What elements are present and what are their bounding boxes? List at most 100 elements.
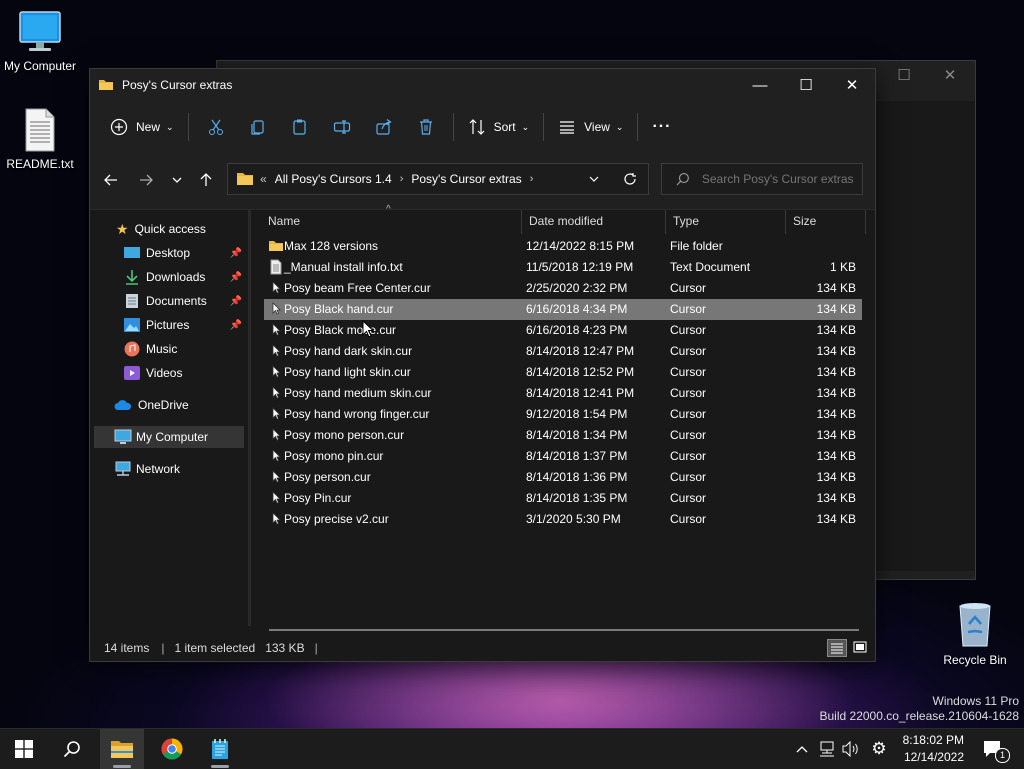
table-row[interactable]: Posy hand wrong finger.cur 9/12/2018 1:54… bbox=[264, 404, 862, 425]
breadcrumb-item[interactable]: All Posy's Cursors 1.4 bbox=[275, 172, 392, 186]
sidebar-item-onedrive[interactable]: OneDrive bbox=[94, 394, 244, 416]
desktop-icon bbox=[124, 247, 140, 258]
delete-button[interactable] bbox=[405, 111, 447, 143]
navigation-pane: ★ Quick access Desktop 📌 Downloads 📌 Doc… bbox=[90, 210, 248, 626]
taskbar-file-explorer[interactable] bbox=[100, 729, 144, 769]
desktop-icon-readme[interactable]: README.txt bbox=[0, 108, 80, 171]
column-divider[interactable] bbox=[785, 210, 786, 234]
table-row[interactable]: Posy beam Free Center.cur 2/25/2020 2:32 … bbox=[264, 278, 862, 299]
sidebar-item-documents[interactable]: Documents 📌 bbox=[94, 290, 244, 312]
view-label: View bbox=[584, 120, 610, 134]
pin-icon[interactable]: 📌 bbox=[230, 272, 242, 283]
search-button[interactable] bbox=[50, 729, 94, 769]
table-row[interactable]: Posy Black hand.cur 6/16/2018 4:34 PM Curs… bbox=[264, 299, 862, 320]
sidebar-item-desktop[interactable]: Desktop 📌 bbox=[94, 242, 244, 264]
new-button[interactable]: New ⌄ bbox=[102, 111, 182, 143]
taskbar-chrome[interactable] bbox=[150, 729, 194, 769]
up-button[interactable] bbox=[197, 171, 215, 189]
toolbar-divider bbox=[187, 113, 189, 141]
breadcrumb-overflow[interactable]: « bbox=[260, 172, 267, 186]
share-button[interactable] bbox=[363, 111, 405, 143]
pin-icon[interactable]: 📌 bbox=[230, 320, 242, 331]
paste-button[interactable] bbox=[279, 111, 321, 143]
address-bar[interactable]: « All Posy's Cursors 1.4 › Posy's Cursor… bbox=[227, 163, 649, 195]
chevron-down-icon[interactable] bbox=[588, 173, 600, 185]
table-row[interactable]: Posy mono person.cur 8/14/2018 1:34 PM Cur… bbox=[264, 425, 862, 446]
file-name: Posy mono person.cur bbox=[284, 428, 405, 442]
bg-close-icon[interactable]: ✕ bbox=[927, 61, 973, 89]
desktop-icon-my-computer[interactable]: My Computer bbox=[0, 10, 80, 73]
sidebar-item-my-computer[interactable]: My Computer bbox=[94, 426, 244, 448]
details-view-button[interactable] bbox=[827, 639, 847, 657]
table-row[interactable]: _Manual install info.txt 11/5/2018 12:19 … bbox=[264, 257, 862, 278]
bg-maximize-icon[interactable]: ☐ bbox=[881, 61, 927, 89]
column-divider[interactable] bbox=[865, 210, 866, 234]
table-row[interactable]: Posy Black move.cur 6/16/2018 4:23 PM Curs… bbox=[264, 320, 862, 341]
search-input[interactable] bbox=[699, 171, 862, 187]
column-header-name[interactable]: Name bbox=[268, 210, 300, 232]
pin-icon[interactable]: 📌 bbox=[230, 248, 242, 259]
pin-icon[interactable]: 📌 bbox=[230, 296, 242, 307]
show-hidden-icons-button[interactable] bbox=[792, 729, 812, 769]
notification-center-button[interactable]: 1 bbox=[978, 729, 1010, 769]
table-row[interactable]: Posy Pin.cur 8/14/2018 1:35 PM Cursor 134 K… bbox=[264, 488, 862, 509]
rename-button[interactable] bbox=[321, 111, 363, 143]
column-divider[interactable] bbox=[521, 210, 522, 234]
column-divider[interactable] bbox=[665, 210, 666, 234]
column-header-type[interactable]: Type bbox=[673, 210, 699, 232]
sidebar-item-network[interactable]: Network bbox=[94, 458, 244, 480]
table-row[interactable]: Posy hand medium skin.cur 8/14/2018 12:41… bbox=[264, 383, 862, 404]
tiles-view-button[interactable] bbox=[851, 639, 869, 655]
table-row[interactable]: Max 128 versions 12/14/2022 8:15 PM File f… bbox=[264, 236, 862, 257]
folder-icon bbox=[237, 173, 253, 185]
breadcrumb-separator-icon[interactable]: › bbox=[530, 173, 534, 185]
settings-tray-button[interactable]: ⚙ bbox=[868, 729, 890, 769]
more-options-button[interactable]: ··· bbox=[644, 111, 679, 143]
network-tray-button[interactable] bbox=[816, 729, 838, 769]
recent-locations-button[interactable] bbox=[168, 171, 186, 189]
title-bar[interactable]: Posy's Cursor extras — ☐ ✕ bbox=[90, 69, 875, 101]
table-row[interactable]: Posy hand light skin.cur 8/14/2018 12:52 … bbox=[264, 362, 862, 383]
minimize-button[interactable]: — bbox=[737, 69, 783, 101]
trash-icon bbox=[419, 119, 432, 135]
file-date-modified: 8/14/2018 12:41 PM bbox=[526, 386, 635, 400]
start-button[interactable] bbox=[2, 729, 46, 769]
search-box[interactable] bbox=[661, 163, 863, 195]
horizontal-scrollbar[interactable] bbox=[269, 629, 859, 631]
view-button[interactable]: View ⌄ bbox=[550, 111, 631, 143]
file-type: File folder bbox=[670, 239, 723, 253]
refresh-icon[interactable] bbox=[623, 172, 637, 186]
table-row[interactable]: Posy precise v2.cur 3/1/2020 5:30 PM Curso… bbox=[264, 509, 862, 530]
table-row[interactable]: Posy person.cur 8/14/2018 1:36 PM Cursor 13… bbox=[264, 467, 862, 488]
forward-button[interactable] bbox=[137, 171, 155, 189]
pane-splitter[interactable] bbox=[248, 210, 251, 626]
sidebar-item-music[interactable]: Music bbox=[94, 338, 244, 360]
sidebar-item-pictures[interactable]: Pictures 📌 bbox=[94, 314, 244, 336]
desktop-icon-label: README.txt bbox=[6, 157, 74, 171]
volume-tray-button[interactable] bbox=[841, 729, 861, 769]
close-button[interactable]: ✕ bbox=[829, 69, 875, 101]
copy-icon bbox=[250, 120, 264, 135]
copy-button[interactable] bbox=[237, 111, 279, 143]
back-button[interactable] bbox=[102, 171, 120, 189]
column-header-date[interactable]: Date modified bbox=[529, 210, 603, 232]
sidebar-item-label: Documents bbox=[146, 294, 207, 308]
desktop-icon-recycle-bin[interactable]: Recycle Bin bbox=[935, 602, 1015, 667]
mouse-pointer-icon bbox=[362, 320, 374, 338]
sidebar-item-quick-access[interactable]: ★ Quick access bbox=[94, 218, 244, 240]
breadcrumb-item[interactable]: Posy's Cursor extras bbox=[411, 172, 521, 186]
cut-button[interactable] bbox=[195, 111, 237, 143]
sidebar-item-label: Desktop bbox=[146, 246, 191, 260]
arrow-right-icon bbox=[140, 174, 153, 186]
sidebar-item-videos[interactable]: Videos bbox=[94, 362, 244, 384]
maximize-button[interactable]: ☐ bbox=[783, 69, 829, 101]
taskbar-notepad[interactable] bbox=[198, 729, 242, 769]
breadcrumb-separator-icon[interactable]: › bbox=[400, 173, 404, 185]
file-explorer-window[interactable]: Posy's Cursor extras — ☐ ✕ New ⌄ Sort ⌄ … bbox=[89, 68, 876, 662]
sort-button[interactable]: Sort ⌄ bbox=[460, 111, 538, 143]
clock[interactable]: 8:18:02 PM 12/14/2022 bbox=[903, 732, 964, 766]
table-row[interactable]: Posy mono pin.cur 8/14/2018 1:37 PM Cursor… bbox=[264, 446, 862, 467]
column-header-size[interactable]: Size bbox=[793, 210, 816, 232]
sidebar-item-downloads[interactable]: Downloads 📌 bbox=[94, 266, 244, 288]
table-row[interactable]: Posy hand dark skin.cur 8/14/2018 12:47 P… bbox=[264, 341, 862, 362]
